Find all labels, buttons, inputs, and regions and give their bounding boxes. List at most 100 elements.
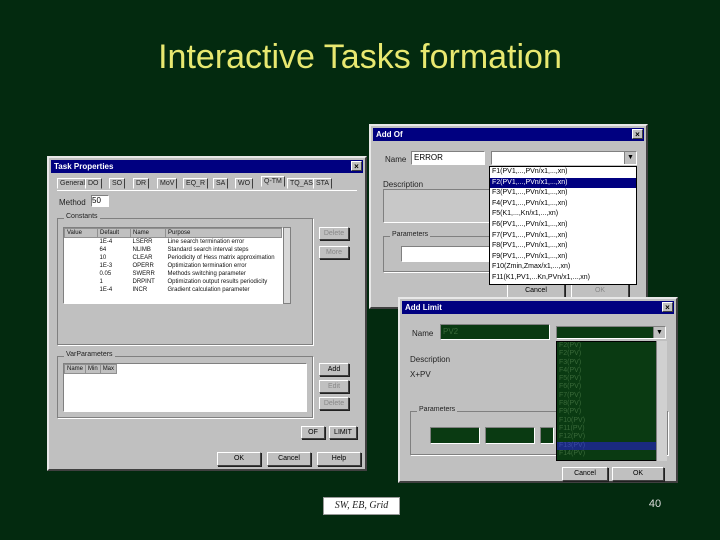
table-row[interactable]: 1E-3 OPERR Optimization termination error <box>65 262 282 270</box>
limit-dropdown-list[interactable]: F2(PV) F2(PV) F3(PV) F4(PV) F5(PV) F6(PV… <box>556 341 666 461</box>
add-limit-window: Add Limit × Name PV2 ▼ Description X+PV … <box>398 297 678 483</box>
tab-sa[interactable]: SA <box>213 178 229 189</box>
column-header-name[interactable]: Name <box>130 228 166 238</box>
dropdown-option[interactable]: F10(Zmin,Zmax/x1,...,xn) <box>490 262 636 273</box>
chevron-down-icon[interactable]: ▼ <box>653 327 665 338</box>
table-row[interactable]: 0.05 SWERR Methods switching parameter <box>65 270 282 278</box>
parameters-group-label: Parameters <box>390 231 431 238</box>
dropdown-option[interactable]: F9(PV) <box>557 408 665 416</box>
cancel-button[interactable]: Cancel <box>507 284 565 298</box>
dropdown-option[interactable]: F11(PV) <box>557 425 665 433</box>
dropdown-option-selected[interactable]: F2(PV1,...,PVn/x1,...,xn) <box>490 177 636 189</box>
page-number: 40 <box>648 498 662 510</box>
description-value: X+PV <box>410 370 431 379</box>
edit-button[interactable]: Edit <box>319 380 349 393</box>
help-button[interactable]: Help <box>317 452 361 466</box>
column-header-purpose[interactable]: Purpose <box>165 228 282 238</box>
dropdown-option[interactable]: F5(PV) <box>557 375 665 383</box>
dropdown-option[interactable]: F1(PV1,...,PVn/x1,...,xn) <box>490 167 636 178</box>
dropdown-option[interactable]: F2(PV) <box>557 350 665 358</box>
parameter-field[interactable] <box>401 246 491 262</box>
column-header-max[interactable]: Max <box>99 364 118 374</box>
cancel-button[interactable]: Cancel <box>562 467 608 481</box>
of-button[interactable]: OF <box>301 426 325 439</box>
constants-scrollbar[interactable] <box>283 227 291 304</box>
method-field[interactable]: 50 <box>91 195 109 207</box>
cancel-button[interactable]: Cancel <box>267 452 311 466</box>
tab-sta[interactable]: STA <box>313 178 333 189</box>
parameter-field[interactable] <box>430 427 480 444</box>
tab-so[interactable]: SO <box>109 178 126 189</box>
close-icon[interactable]: × <box>632 129 643 139</box>
more-button[interactable]: More <box>319 246 349 259</box>
close-icon[interactable]: × <box>662 302 673 312</box>
dropdown-option[interactable]: F7(PV) <box>557 392 665 400</box>
dropdown-option[interactable]: F8(PV) <box>557 400 665 408</box>
add-limit-title: Add Limit <box>405 303 442 312</box>
constants-header-row: Value Default Name Purpose <box>64 228 282 238</box>
delete-constant-button[interactable]: Delete <box>319 227 349 240</box>
table-row[interactable]: 1E-4 INCR Gradient calculation parameter <box>65 286 282 294</box>
task-properties-title: Task Properties <box>54 162 114 171</box>
name-field[interactable]: ERROR <box>411 151 485 165</box>
ok-button[interactable]: OK <box>612 467 664 481</box>
chevron-down-icon[interactable]: ▼ <box>624 152 636 164</box>
slide-title: Interactive Tasks formation <box>158 38 562 76</box>
tab-general[interactable]: General <box>57 178 88 189</box>
function-dropdown-list[interactable]: F1(PV1,...,PVn/x1,...,xn) F2(PV1,...,PVn… <box>489 166 637 285</box>
constants-table: Value Default Name Purpose 1E-4 LSERR Line… <box>63 227 283 304</box>
dropdown-option[interactable]: F6(PV) <box>557 383 665 391</box>
dropdown-option[interactable]: F6(PV1,...,PVn/x1,...,xn) <box>490 220 636 231</box>
dropdown-option[interactable]: F8(PV1,...,PVn/x1,...,xn) <box>490 241 636 252</box>
column-header-min[interactable]: Min <box>85 364 101 374</box>
table-row[interactable]: 10 CLEAR Periodicity of Hess matrix approx… <box>65 254 282 262</box>
table-row[interactable]: 64 NLIMB Standard search interval steps <box>65 246 282 254</box>
column-header-default[interactable]: Default <box>97 228 131 238</box>
dropdown-option[interactable]: F2(PV) <box>557 342 665 350</box>
delete-varparam-button[interactable]: Delete <box>319 397 349 410</box>
table-row[interactable]: 1 DRPINT Optimization output results perio… <box>65 278 282 286</box>
dropdown-option-selected[interactable]: F13(PV) <box>557 441 665 450</box>
name-field[interactable]: PV2 <box>440 324 550 340</box>
tab-q-tm[interactable]: Q-TM <box>261 176 285 187</box>
tab-do[interactable]: DO <box>85 178 102 189</box>
tab-tq-as[interactable]: TQ_AS <box>287 178 316 189</box>
limit-button[interactable]: LIMIT <box>329 426 357 439</box>
column-header-value[interactable]: Value <box>64 228 98 238</box>
tab-eq-r[interactable]: EQ_R <box>183 178 209 189</box>
limit-dropdown-scrollbar[interactable] <box>656 341 667 461</box>
parameters-group-label: Parameters <box>417 406 458 413</box>
dropdown-option[interactable]: F12(PV) <box>557 433 665 441</box>
parameter-field[interactable] <box>540 427 554 444</box>
tab-wo[interactable]: WO <box>235 178 254 189</box>
dropdown-option[interactable]: F7(PV1,...,PVn/x1,...,xn) <box>490 231 636 242</box>
dropdown-option[interactable]: F9(PV1,...,PVn/x1,...,xn) <box>490 252 636 263</box>
tab-mov[interactable]: MoV <box>157 178 178 189</box>
add-of-title: Add Of <box>376 130 403 139</box>
dropdown-option[interactable]: F3(PV1,...,PVn/x1,...,xn) <box>490 188 636 199</box>
description-label: Description <box>383 180 424 189</box>
description-field[interactable] <box>383 189 495 223</box>
ok-button[interactable]: OK <box>571 284 629 298</box>
dropdown-option[interactable]: F3(PV) <box>557 359 665 367</box>
function-select[interactable]: ▼ <box>556 326 666 339</box>
add-button[interactable]: Add <box>319 363 349 376</box>
dropdown-option[interactable]: F11(K1,PV1,...Kn,PVn/x1,...,xn) <box>490 273 636 284</box>
dropdown-option[interactable]: F4(PV) <box>557 367 665 375</box>
parameter-field[interactable] <box>485 427 535 444</box>
constants-group-label: Constants <box>64 213 100 220</box>
dropdown-option[interactable]: F14(PV) <box>557 450 665 458</box>
dropdown-option[interactable]: F4(PV1,...,PVn/x1,...,xn) <box>490 199 636 210</box>
table-row[interactable]: 1E-4 LSERR Line search termination error <box>65 238 282 247</box>
ok-button[interactable]: OK <box>217 452 261 466</box>
description-label: Description <box>410 355 451 364</box>
function-select[interactable]: ▼ <box>491 151 637 165</box>
close-icon[interactable]: × <box>351 161 362 171</box>
varparameters-group-label: VarParameters <box>64 351 115 358</box>
name-label: Name <box>385 155 407 164</box>
dropdown-option[interactable]: F10(PV) <box>557 417 665 425</box>
column-header-name[interactable]: Name <box>64 364 87 374</box>
tab-dr[interactable]: DR <box>133 178 150 189</box>
slide-footer: SW, EB, Grid <box>323 497 400 515</box>
dropdown-option[interactable]: F5(K1,...,Kn/x1,...,xn) <box>490 209 636 220</box>
